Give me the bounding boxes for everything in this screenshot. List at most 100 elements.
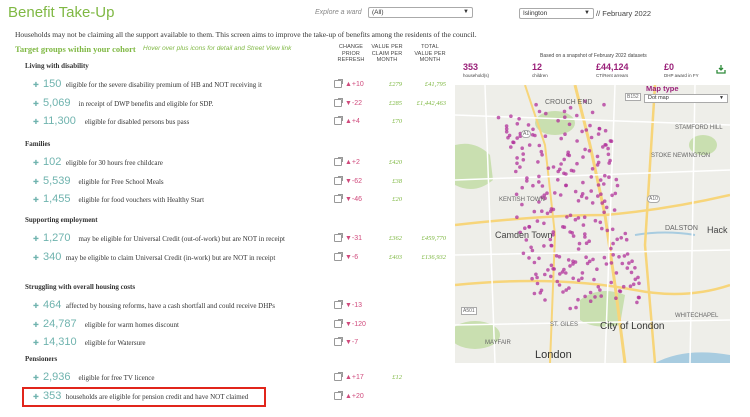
- map-dot[interactable]: [598, 220, 603, 225]
- map-dot[interactable]: [566, 153, 570, 157]
- map-dot[interactable]: [590, 201, 595, 205]
- map-dot[interactable]: [559, 162, 563, 166]
- map-dot[interactable]: [507, 133, 512, 138]
- map-dot[interactable]: [537, 180, 541, 184]
- plus-icon[interactable]: ✚: [33, 196, 39, 204]
- map-dot[interactable]: [575, 139, 579, 143]
- plus-icon[interactable]: ✚: [33, 302, 39, 310]
- borough-select[interactable]: Islington ▼: [519, 8, 594, 19]
- map-dot[interactable]: [603, 173, 607, 178]
- map-dot[interactable]: [602, 210, 606, 215]
- map-dot[interactable]: [615, 237, 619, 242]
- map-dot[interactable]: [537, 174, 541, 179]
- map-dot[interactable]: [606, 152, 611, 157]
- map-dot[interactable]: [509, 114, 513, 118]
- map-dot[interactable]: [602, 182, 606, 186]
- map-dot[interactable]: [531, 127, 535, 132]
- map-dot[interactable]: [603, 143, 607, 147]
- map-dot[interactable]: [587, 149, 592, 153]
- plus-icon[interactable]: ✚: [33, 254, 39, 262]
- map-dot[interactable]: [611, 241, 615, 246]
- map-dot[interactable]: [571, 262, 575, 266]
- map-dot[interactable]: [549, 274, 553, 279]
- map-dot[interactable]: [521, 152, 525, 156]
- map-dot[interactable]: [548, 209, 553, 214]
- map-dot[interactable]: [609, 246, 613, 251]
- map-dot[interactable]: [564, 271, 568, 275]
- map-dot[interactable]: [518, 165, 522, 169]
- map-dot[interactable]: [556, 178, 560, 182]
- plus-icon[interactable]: ✚: [33, 100, 39, 108]
- map-dot[interactable]: [583, 147, 587, 152]
- map-dot[interactable]: [619, 236, 623, 240]
- map-dot[interactable]: [539, 149, 544, 154]
- map-dot[interactable]: [531, 183, 535, 188]
- map-dot[interactable]: [564, 288, 568, 292]
- map-dot[interactable]: [535, 219, 540, 223]
- map-dot[interactable]: [557, 283, 562, 287]
- map-dot[interactable]: [607, 175, 611, 179]
- map-dot[interactable]: [568, 306, 572, 311]
- map-dot[interactable]: [527, 143, 532, 147]
- map-dot[interactable]: [599, 294, 603, 298]
- map-dot[interactable]: [535, 275, 539, 280]
- map-dot[interactable]: [562, 157, 566, 162]
- map-dot[interactable]: [589, 189, 593, 193]
- map-dot[interactable]: [521, 158, 526, 162]
- map-dot[interactable]: [612, 208, 617, 212]
- map-dot[interactable]: [562, 225, 567, 229]
- map-dot[interactable]: [575, 113, 579, 118]
- map-dot[interactable]: [515, 156, 519, 160]
- map-dot[interactable]: [580, 271, 585, 275]
- map-dot[interactable]: [624, 237, 629, 242]
- map-dot[interactable]: [540, 184, 545, 188]
- map-dot[interactable]: [609, 261, 614, 265]
- dot-map[interactable]: CROUCH END STAMFORD HILL STOKE NEWINGTON…: [455, 85, 730, 363]
- map-dot[interactable]: [580, 129, 584, 134]
- map-dot[interactable]: [596, 194, 600, 198]
- map-dot[interactable]: [543, 298, 547, 302]
- map-dot[interactable]: [532, 291, 537, 296]
- map-dot[interactable]: [568, 213, 573, 218]
- map-dot[interactable]: [511, 140, 515, 144]
- map-dot[interactable]: [564, 183, 568, 188]
- map-dot[interactable]: [588, 259, 592, 264]
- map-dot[interactable]: [514, 169, 518, 174]
- map-dot[interactable]: [545, 211, 550, 216]
- map-dot[interactable]: [549, 243, 554, 248]
- map-dot[interactable]: [563, 115, 567, 119]
- map-dot[interactable]: [581, 155, 585, 159]
- map-dot[interactable]: [621, 284, 626, 289]
- map-dot[interactable]: [592, 277, 596, 282]
- external-link-icon[interactable]: [334, 157, 343, 166]
- map-dot[interactable]: [613, 191, 618, 196]
- map-dot[interactable]: [577, 241, 582, 246]
- map-dot[interactable]: [589, 175, 594, 179]
- map-dot[interactable]: [600, 201, 604, 205]
- map-dot[interactable]: [637, 281, 641, 286]
- map-dot[interactable]: [576, 297, 580, 302]
- map-dot[interactable]: [610, 227, 615, 232]
- map-dot[interactable]: [540, 153, 544, 157]
- external-link-icon[interactable]: [334, 79, 343, 88]
- map-dot[interactable]: [504, 130, 509, 134]
- map-dot[interactable]: [515, 122, 520, 126]
- map-dot[interactable]: [633, 266, 637, 270]
- map-dot[interactable]: [614, 296, 618, 300]
- map-dot[interactable]: [636, 295, 641, 300]
- map-dot[interactable]: [584, 128, 589, 132]
- map-dot[interactable]: [595, 267, 599, 271]
- map-dot[interactable]: [546, 166, 551, 170]
- map-dot[interactable]: [571, 276, 575, 281]
- map-dot[interactable]: [603, 128, 608, 133]
- map-dot[interactable]: [623, 231, 628, 236]
- map-dot[interactable]: [579, 194, 584, 199]
- map-dot[interactable]: [532, 260, 537, 265]
- plus-icon[interactable]: ✚: [33, 178, 39, 186]
- map-dot[interactable]: [588, 123, 592, 128]
- map-dot[interactable]: [600, 226, 604, 231]
- map-dot[interactable]: [598, 178, 603, 182]
- map-dot[interactable]: [596, 183, 601, 187]
- map-dot[interactable]: [514, 192, 519, 197]
- map-dot[interactable]: [588, 290, 593, 295]
